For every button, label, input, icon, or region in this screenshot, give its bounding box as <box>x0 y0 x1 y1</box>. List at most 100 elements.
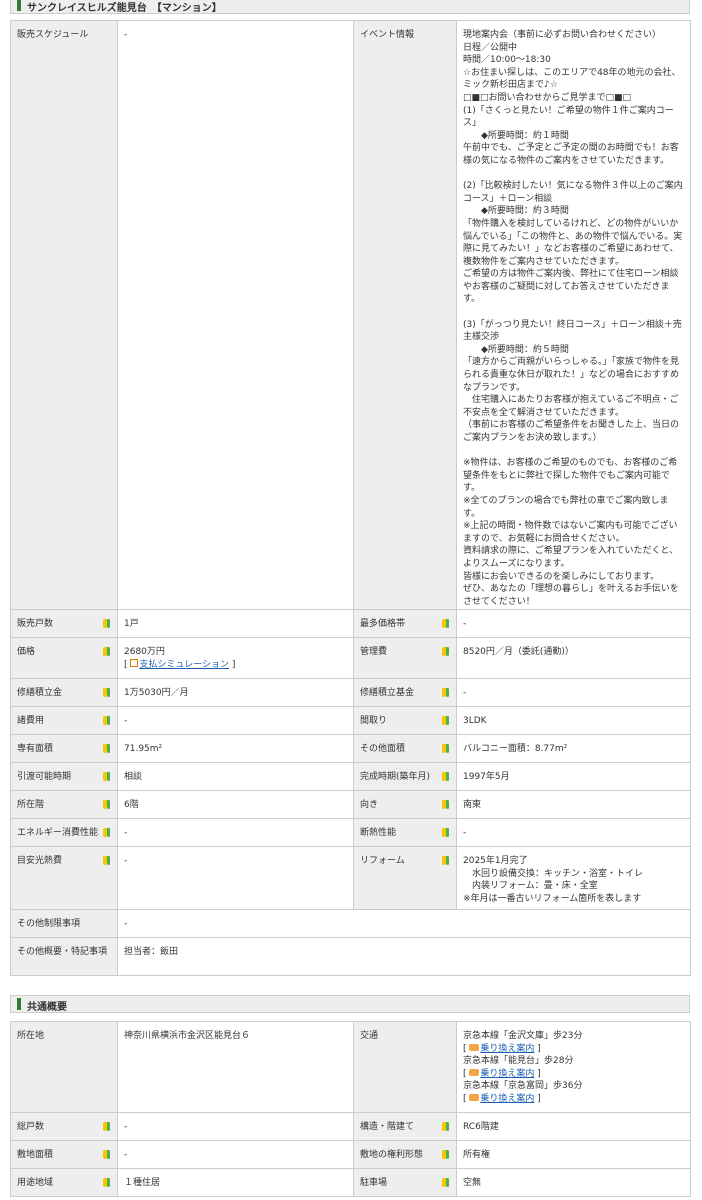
bracket-close: ] <box>534 1043 541 1054</box>
mgmt-label-text: 管理費 <box>360 647 388 657</box>
row-label-price: 価格 <box>10 637 118 679</box>
row-value-reform: 2025年1月完了 水回り設備交換：キッチン・浴室・トイレ 内装リフォーム：畳・… <box>456 846 691 910</box>
land-area-label-text: 敷地面積 <box>17 1150 54 1160</box>
transfer-link-wrapper: [ 乗り換え案内 ] <box>463 1043 684 1056</box>
transport-line: 京急本線「金沢文庫」歩23分 <box>463 1031 583 1041</box>
row-label-reform: リフォーム <box>353 846 457 910</box>
beginner-hint-icon[interactable] <box>442 647 449 656</box>
beginner-hint-icon[interactable] <box>103 1122 110 1131</box>
row-value-area: 71.95m² <box>117 734 354 763</box>
row-value-mgmt: 8520円／月（委託(通勤)） <box>456 637 691 679</box>
beginner-hint-icon[interactable] <box>103 716 110 725</box>
reform-label-text: リフォーム <box>360 856 405 866</box>
table-row: 敷地面積 - 敷地の権利形態 所有権 <box>10 1140 691 1169</box>
payment-sim-wrapper: [ 支払シミュレーション ] <box>124 658 347 672</box>
row-value-insulation: - <box>456 818 691 847</box>
payment-simulation-link[interactable]: 支払シミュレーション <box>139 660 229 670</box>
row-label-schedule: 販売スケジュール <box>10 20 118 610</box>
row-value-total-units: - <box>117 1112 354 1141</box>
beginner-hint-icon[interactable] <box>442 716 449 725</box>
beginner-hint-icon[interactable] <box>103 744 110 753</box>
bracket-close: ] <box>229 659 236 670</box>
table-row: 販売戸数 1戸 最多価格帯 - <box>10 609 691 638</box>
beginner-hint-icon[interactable] <box>103 828 110 837</box>
row-label-structure: 構造・階建て <box>353 1112 457 1141</box>
total-units-label-text: 総戸数 <box>17 1122 45 1132</box>
table-row: その他概要・特記事項 担当者：飯田 <box>10 937 691 976</box>
other-area-label-text: その他面積 <box>360 744 406 754</box>
beginner-hint-icon[interactable] <box>442 772 449 781</box>
row-label-repair: 修繕積立金 <box>10 678 118 707</box>
beginner-hint-icon[interactable] <box>103 619 110 628</box>
beginner-hint-icon[interactable] <box>103 1178 110 1187</box>
built-label-text: 完成時期(築年月) <box>360 772 431 782</box>
insulation-label-text: 断熱性能 <box>360 828 397 838</box>
table-row: 用途地域 １種住居 駐車場 空無 <box>10 1168 691 1197</box>
transfer-guide-link[interactable]: 乗り換え案内 <box>480 1069 534 1079</box>
beginner-hint-icon[interactable] <box>442 1122 449 1131</box>
beginner-hint-icon[interactable] <box>442 828 449 837</box>
area-label-text: 専有面積 <box>17 744 54 754</box>
row-label-zoning: 用途地域 <box>10 1168 118 1197</box>
row-value-notes: 担当者：飯田 <box>117 937 691 976</box>
transfer-link-wrapper: [ 乗り換え案内 ] <box>463 1068 684 1081</box>
row-label-handover: 引渡可能時期 <box>10 762 118 791</box>
section-marker <box>17 0 21 11</box>
row-value-structure: RC6階建 <box>456 1112 691 1141</box>
land-rights-label-text: 敷地の権利形態 <box>360 1150 424 1160</box>
row-value-repair: 1万5030円／月 <box>117 678 354 707</box>
row-value-repair-fund: - <box>456 678 691 707</box>
row-value-price: 2680万円 [ 支払シミュレーション ] <box>117 637 354 679</box>
row-value-floor: 6階 <box>117 790 354 819</box>
repair-label-text: 修繕積立金 <box>17 688 63 698</box>
beginner-hint-icon[interactable] <box>442 856 449 865</box>
train-icon <box>469 1093 480 1101</box>
direction-label-text: 向き <box>360 800 379 810</box>
beginner-hint-icon[interactable] <box>103 647 110 656</box>
row-label-direction: 向き <box>353 790 457 819</box>
train-icon <box>469 1068 480 1076</box>
table-row: 目安光熱費 - リフォーム 2025年1月完了 水回り設備交換：キッチン・浴室・… <box>10 846 691 910</box>
table-row: 所在階 6階 向き 南東 <box>10 790 691 819</box>
row-value-other-area: バルコニー面積：8.77m² <box>456 734 691 763</box>
row-value-built: 1997年5月 <box>456 762 691 791</box>
bracket-close: ] <box>534 1093 541 1104</box>
row-label-notes: その他概要・特記事項 <box>10 937 118 976</box>
transfer-link-wrapper: [ 乗り換え案内 ] <box>463 1093 684 1106</box>
beginner-hint-icon[interactable] <box>103 772 110 781</box>
beginner-hint-icon[interactable] <box>442 688 449 697</box>
table-row: その他制限事項 - <box>10 909 691 938</box>
beginner-hint-icon[interactable] <box>442 744 449 753</box>
utility-label-text: 目安光熱費 <box>17 856 63 866</box>
beginner-hint-icon[interactable] <box>103 800 110 809</box>
beginner-hint-icon[interactable] <box>103 688 110 697</box>
beginner-hint-icon[interactable] <box>442 619 449 628</box>
beginner-hint-icon[interactable] <box>442 800 449 809</box>
bracket-close: ] <box>534 1068 541 1079</box>
row-value-land-rights: 所有権 <box>456 1140 691 1169</box>
parking-label-text: 駐車場 <box>360 1178 388 1188</box>
table-row: 引渡可能時期 相談 完成時期(築年月) 1997年5月 <box>10 762 691 791</box>
beginner-hint-icon[interactable] <box>103 1150 110 1159</box>
row-label-total-units: 総戸数 <box>10 1112 118 1141</box>
table-row: エネルギー消費性能 - 断熱性能 - <box>10 818 691 847</box>
transfer-guide-link[interactable]: 乗り換え案内 <box>480 1094 534 1104</box>
beginner-hint-icon[interactable] <box>103 856 110 865</box>
row-label-land-area: 敷地面積 <box>10 1140 118 1169</box>
row-value-handover: 相談 <box>117 762 354 791</box>
window-icon <box>130 658 139 667</box>
beginner-hint-icon[interactable] <box>442 1178 449 1187</box>
row-label-location: 所在地 <box>10 1021 118 1113</box>
price-value: 2680万円 <box>124 647 165 657</box>
structure-label-text: 構造・階建て <box>360 1122 415 1132</box>
transfer-guide-link[interactable]: 乗り換え案内 <box>480 1044 534 1054</box>
table-row: 販売スケジュール - イベント情報 現地案内会（事前に必ずお問い合わせください）… <box>10 20 691 610</box>
row-value-parking: 空無 <box>456 1168 691 1197</box>
row-label-event: イベント情報 <box>353 20 457 610</box>
row-label-parking: 駐車場 <box>353 1168 457 1197</box>
property-section-header: サンクレイスヒルズ能見台 【マンション】 <box>10 0 690 14</box>
floor-label-text: 所在階 <box>17 800 45 810</box>
beginner-hint-icon[interactable] <box>442 1150 449 1159</box>
table-row: 諸費用 - 間取り 3LDK <box>10 706 691 735</box>
price-label-text: 価格 <box>17 647 36 657</box>
